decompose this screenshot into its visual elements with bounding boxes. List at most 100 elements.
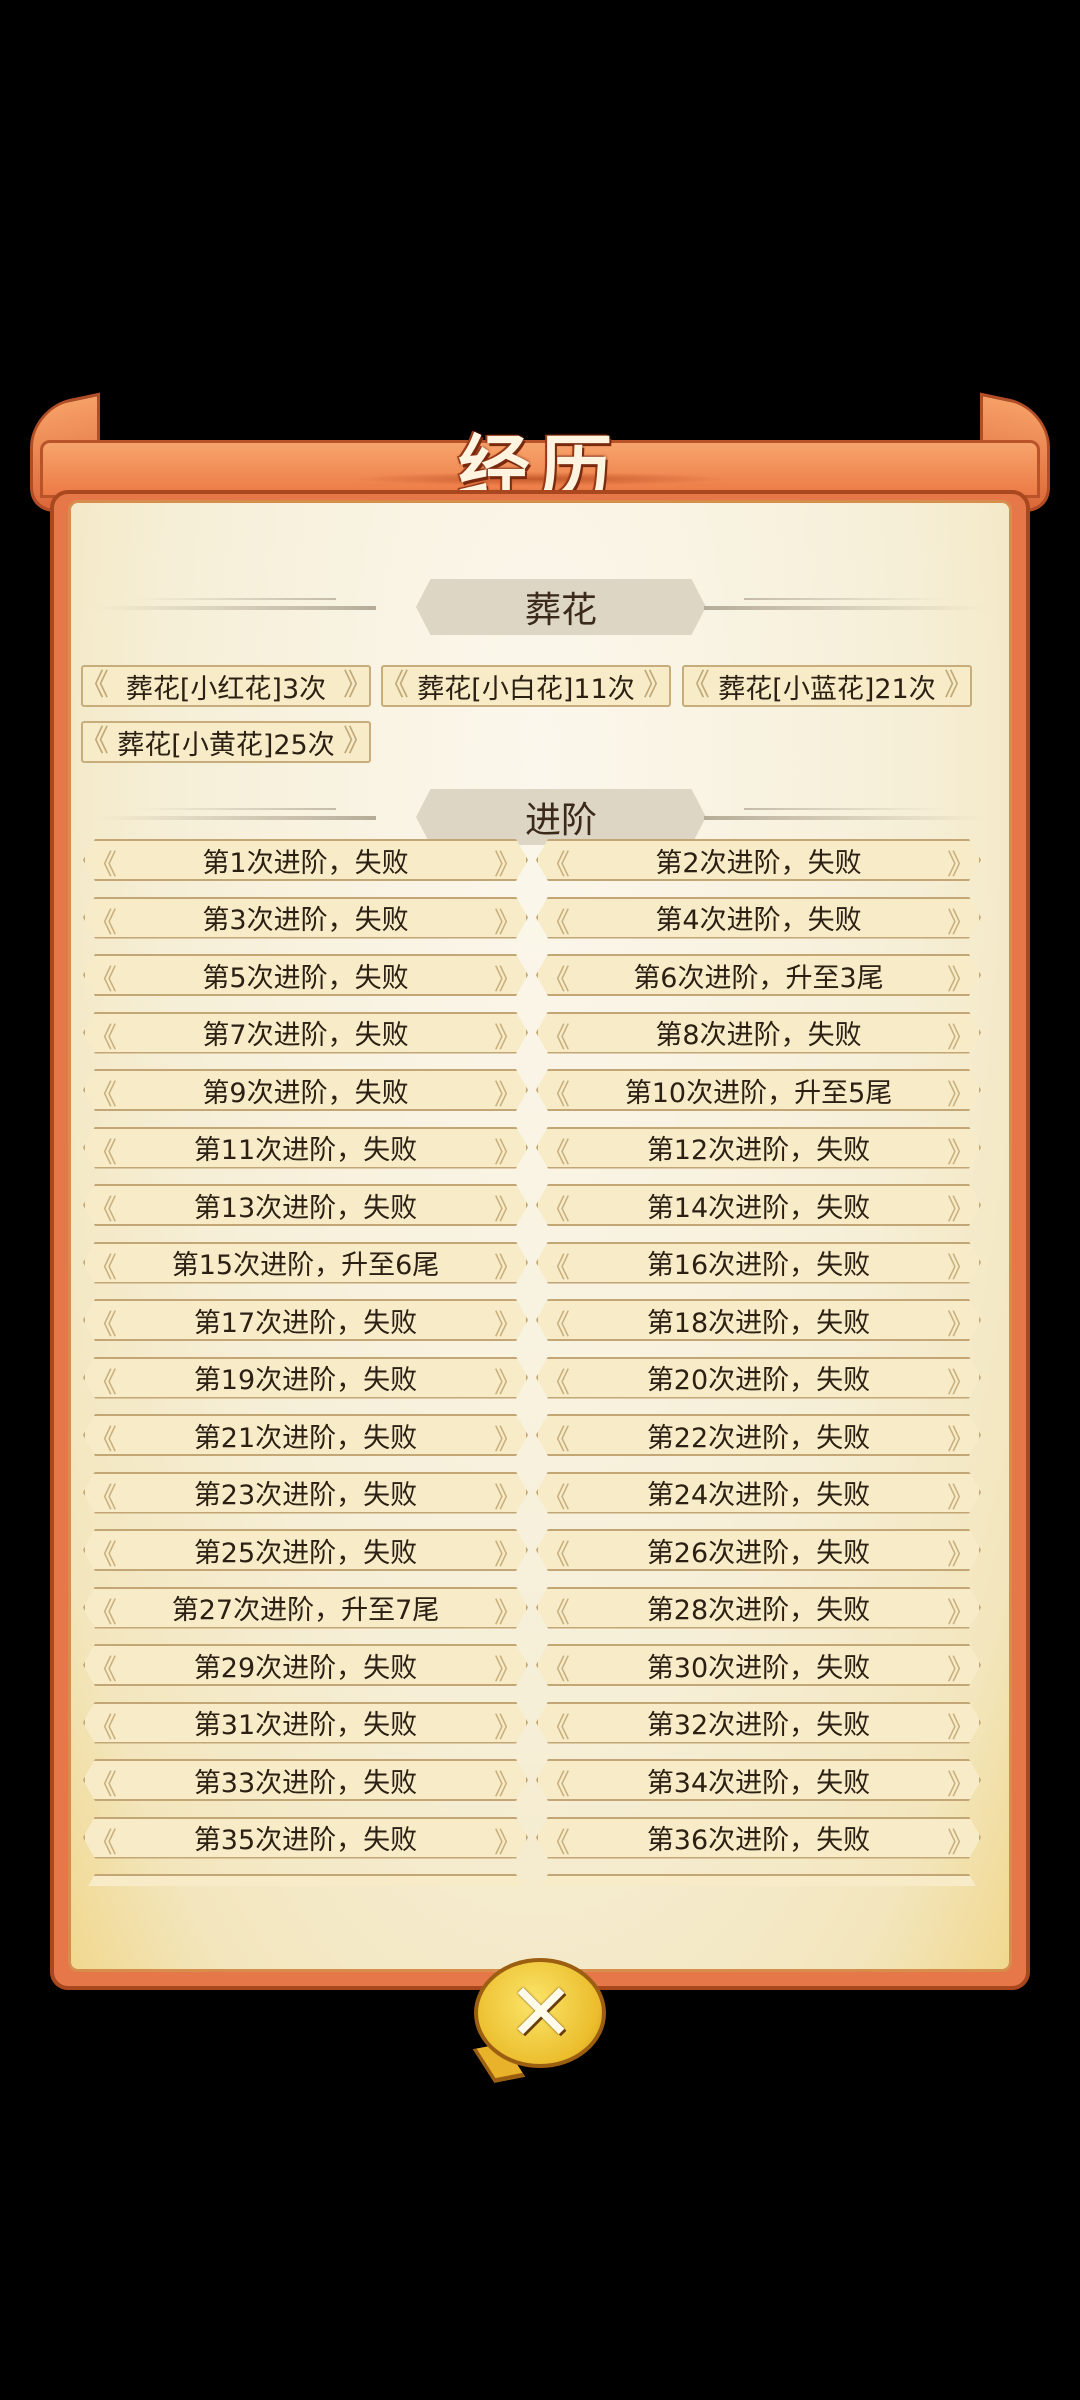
- ornament-right-icon: 》: [946, 1020, 975, 1054]
- ornament-left-icon: 《: [542, 1595, 571, 1629]
- flower-tag: 葬花[小黄花]25次: [79, 721, 373, 763]
- advance-record-label: 第15次进阶，升至6尾: [171, 1250, 440, 1281]
- ornament-right-icon: 》: [946, 1768, 975, 1801]
- advance-record-item: 《 第30次进阶，失败 》: [536, 1644, 981, 1686]
- advance-record-label: 第28次进阶，失败: [646, 1595, 871, 1626]
- ornament-left-icon: 《: [542, 1020, 571, 1054]
- advance-record-item: 《 第33次进阶，失败 》: [83, 1759, 528, 1801]
- ornament-left-icon: 《: [89, 1595, 118, 1629]
- ornament-right-icon: 》: [946, 963, 975, 996]
- advance-record-item: 《 第18次进阶，失败 》: [536, 1299, 981, 1341]
- advance-record-item: 《 第29次进阶，失败 》: [83, 1644, 528, 1686]
- flower-tag: 葬花[小蓝花]21次: [680, 665, 974, 707]
- ornament-left-icon: 《: [89, 1365, 118, 1399]
- advance-record-item: 《 第9次进阶，失败 》: [83, 1069, 528, 1111]
- ornament-right-icon: 》: [946, 1250, 975, 1284]
- ornament-right-icon: 》: [946, 1653, 975, 1686]
- advance-record-label: 第13次进阶，失败: [193, 1192, 418, 1224]
- advance-record-label: 第4次进阶，失败: [655, 905, 862, 936]
- ornament-left-icon: 《: [542, 1480, 571, 1514]
- advance-record-label: 第30次进阶，失败: [646, 1652, 871, 1684]
- section-divider-right: [704, 606, 984, 610]
- ornament-left-icon: 《: [89, 1825, 118, 1859]
- ornament-right-icon: 》: [493, 1135, 522, 1169]
- ornament-right-icon: 》: [493, 1193, 522, 1226]
- ornament-right-icon: 》: [493, 1423, 522, 1456]
- ornament-left-icon: 《: [542, 1135, 571, 1169]
- ornament-right-icon: 》: [946, 848, 975, 881]
- ornament-left-icon: 《: [542, 963, 571, 996]
- advance-record-item: 《 第21次进阶，失败 》: [83, 1414, 528, 1456]
- ornament-left-icon: 《: [542, 1193, 571, 1226]
- advance-record-label: 第35次进阶，失败: [193, 1825, 418, 1856]
- ornament-left-icon: 《: [89, 1710, 118, 1744]
- close-button[interactable]: ✕: [468, 1958, 614, 2083]
- ornament-left-icon: 《: [89, 1135, 118, 1169]
- advance-record-item: 《 第6次进阶，升至3尾 》: [536, 954, 981, 996]
- advance-record-item: 《 第24次进阶，失败 》: [536, 1472, 981, 1514]
- ornament-left-icon: 《: [89, 848, 118, 881]
- ornament-left-icon: 《: [89, 1308, 118, 1341]
- ornament-left-icon: 《: [89, 1423, 118, 1456]
- ornament-left-icon: 《: [542, 848, 571, 881]
- content-panel[interactable]: 葬花 葬花[小红花]3次葬花[小白花]11次葬花[小蓝花]21次葬花[小黄花]2…: [68, 500, 1012, 1972]
- advance-record-label: 第22次进阶，失败: [646, 1422, 871, 1454]
- ornament-right-icon: 》: [493, 1078, 522, 1111]
- advance-record-label: 第20次进阶，失败: [646, 1365, 871, 1396]
- ornament-right-icon: 》: [493, 1710, 522, 1744]
- advance-record-item: 《 第10次进阶，升至5尾 》: [536, 1069, 981, 1111]
- ornament-left-icon: 《: [542, 1078, 571, 1111]
- ornament-right-icon: 》: [493, 905, 522, 939]
- section-header-flowers: 葬花: [71, 579, 1009, 637]
- ornament-right-icon: 》: [493, 1825, 522, 1859]
- ornament-left-icon: 《: [89, 905, 118, 939]
- advance-record-item: 《 第19次进阶，失败 》: [83, 1357, 528, 1399]
- ornament-right-icon: 》: [946, 1135, 975, 1169]
- section-divider-right: [704, 816, 984, 820]
- advance-record-item: 《 第11次进阶，失败 》: [83, 1127, 528, 1169]
- advance-record-label: 第11次进阶，失败: [193, 1135, 418, 1166]
- advance-record-label: 第14次进阶，失败: [646, 1192, 871, 1224]
- advance-record-label: 第8次进阶，失败: [655, 1020, 862, 1051]
- advance-record-label: 第7次进阶，失败: [202, 1020, 409, 1051]
- ornament-right-icon: 》: [493, 1365, 522, 1399]
- advance-record-label: 第31次进阶，失败: [193, 1710, 418, 1741]
- ornament-right-icon: 》: [946, 1078, 975, 1111]
- advance-record-label: 第3次进阶，失败: [202, 905, 409, 936]
- flower-tag: 葬花[小红花]3次: [79, 665, 373, 707]
- advance-record-item: 《 第8次进阶，失败 》: [536, 1012, 981, 1054]
- ornament-left-icon: 《: [542, 1768, 571, 1801]
- advance-record-label: 第16次进阶，失败: [646, 1250, 871, 1281]
- ornament-left-icon: 《: [89, 1078, 118, 1111]
- advance-record-label: 第18次进阶，失败: [646, 1307, 871, 1339]
- ornament-left-icon: 《: [542, 1250, 571, 1284]
- advance-record-label: 第9次进阶，失败: [202, 1077, 409, 1109]
- advance-record-label: 第6次进阶，升至3尾: [633, 962, 884, 994]
- section-divider-left: [96, 598, 376, 610]
- advance-record-label: 第33次进阶，失败: [193, 1767, 418, 1799]
- ornament-right-icon: 》: [946, 1825, 975, 1859]
- ornament-left-icon: 《: [89, 1250, 118, 1284]
- advance-record-label: 第29次进阶，失败: [193, 1652, 418, 1684]
- advance-record-label: 第25次进阶，失败: [193, 1537, 418, 1569]
- advance-record-item-partial: [83, 1874, 528, 1886]
- advance-record-label: 第19次进阶，失败: [193, 1365, 418, 1396]
- advance-record-item: 《 第12次进阶，失败 》: [536, 1127, 981, 1169]
- ornament-left-icon: 《: [89, 1193, 118, 1226]
- advance-record-label: 第5次进阶，失败: [202, 962, 409, 994]
- ornament-left-icon: 《: [89, 1538, 118, 1571]
- ornament-right-icon: 》: [493, 1308, 522, 1341]
- advance-record-item: 《 第20次进阶，失败 》: [536, 1357, 981, 1399]
- advance-record-item: 《 第26次进阶，失败 》: [536, 1529, 981, 1571]
- advance-record-item: 《 第28次进阶，失败 》: [536, 1587, 981, 1629]
- ornament-right-icon: 》: [493, 1480, 522, 1514]
- ornament-right-icon: 》: [493, 1768, 522, 1801]
- advance-record-item: 《 第32次进阶，失败 》: [536, 1702, 981, 1744]
- modal-frame: 葬花 葬花[小红花]3次葬花[小白花]11次葬花[小蓝花]21次葬花[小黄花]2…: [50, 490, 1030, 1990]
- ornament-right-icon: 》: [946, 1710, 975, 1744]
- advance-record-list[interactable]: 《第1次进阶，失败》《第2次进阶，失败》《第3次进阶，失败》《第4次进阶，失败》…: [71, 831, 1009, 1886]
- advance-record-item: 《 第25次进阶，失败 》: [83, 1529, 528, 1571]
- ornament-right-icon: 》: [493, 1020, 522, 1054]
- ornament-right-icon: 》: [493, 1250, 522, 1284]
- ornament-left-icon: 《: [89, 1768, 118, 1801]
